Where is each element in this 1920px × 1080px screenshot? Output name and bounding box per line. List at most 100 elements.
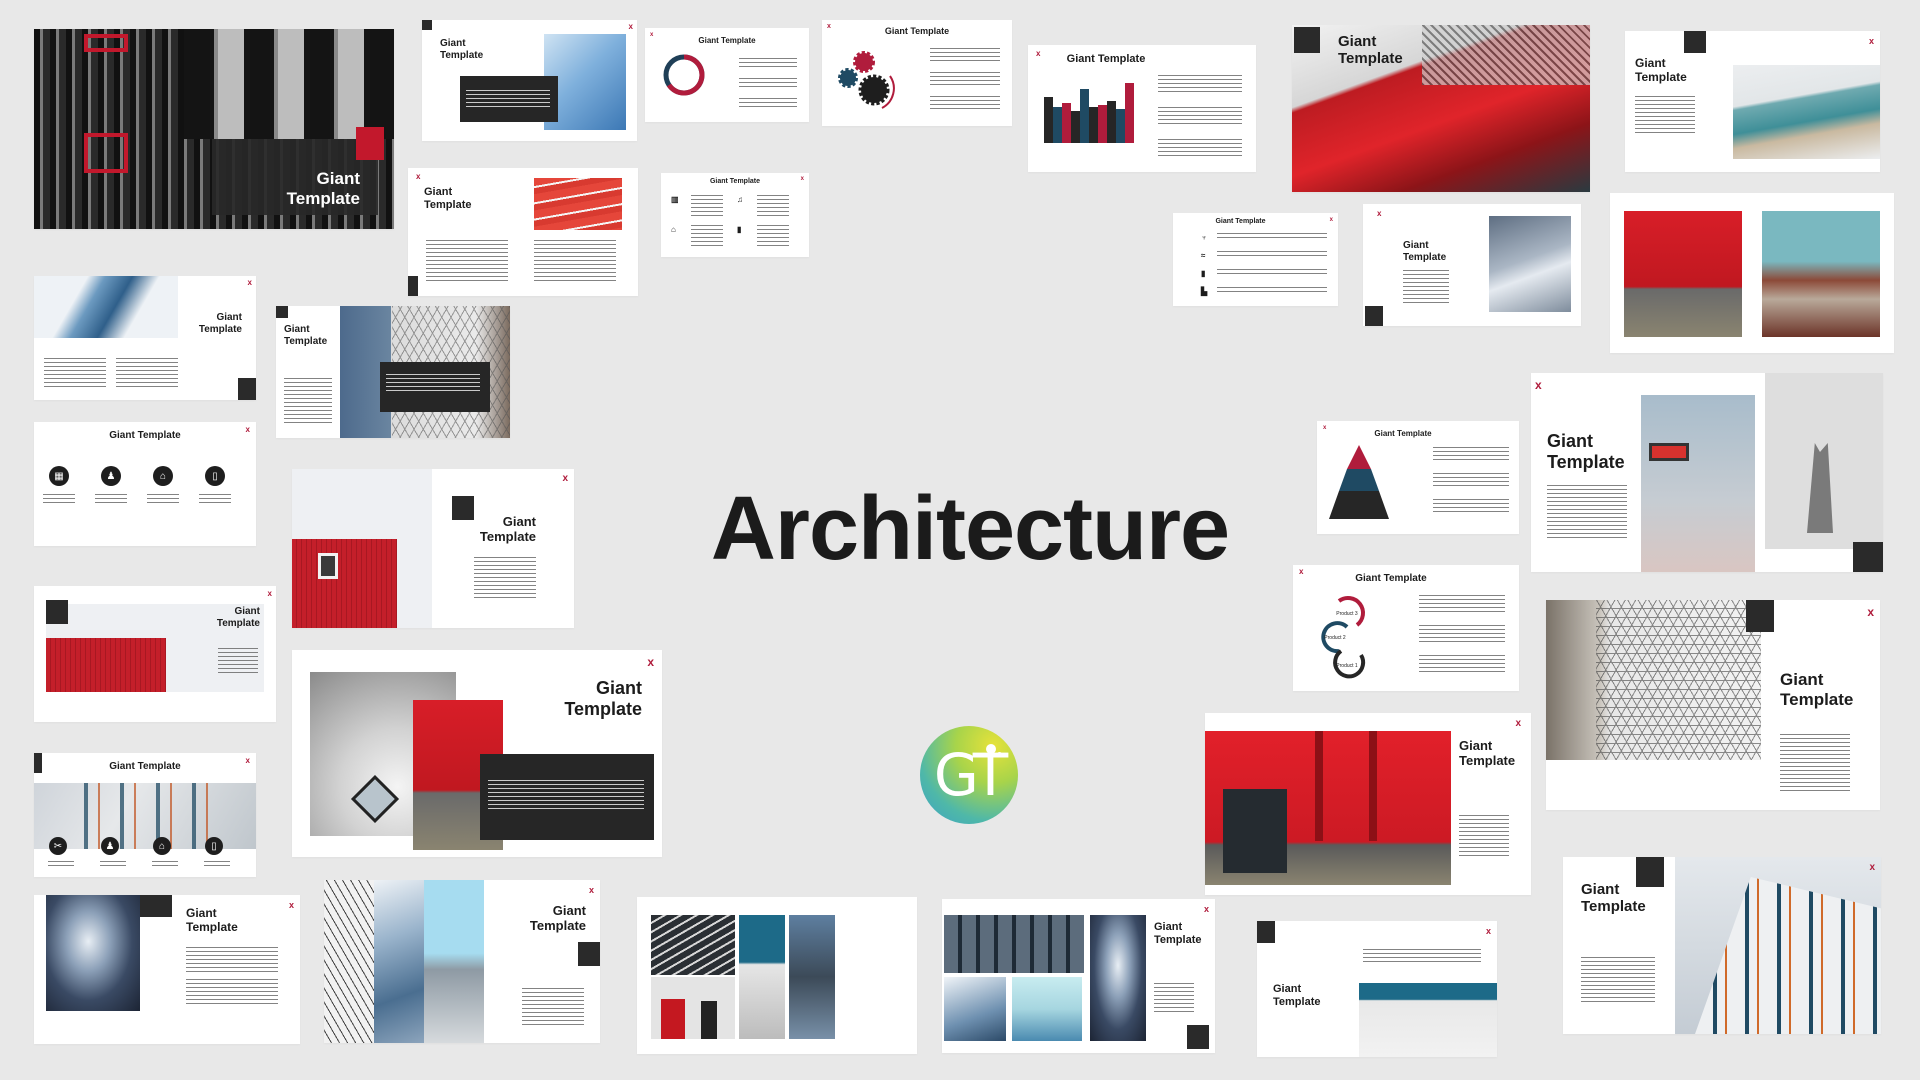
body-text (152, 861, 178, 867)
title-line: Template (1780, 689, 1854, 709)
body-text (116, 358, 178, 388)
slide-thumbnail[interactable]: Giant Template x (1563, 857, 1881, 1034)
title-line: Giant (234, 606, 260, 617)
slide-thumbnail[interactable]: x Giant Template (422, 20, 637, 141)
slide-thumbnail[interactable]: x Giant Template (34, 895, 300, 1044)
slide-title: Giant Template (1780, 670, 1853, 709)
body-text (488, 780, 644, 810)
lamp-red-light (1649, 443, 1689, 461)
slide-thumbnail[interactable]: x Giant Template (324, 880, 600, 1043)
house-icon: ⌂ (671, 225, 676, 234)
slide-thumbnail[interactable]: x Giant Template (645, 28, 809, 122)
body-text (147, 494, 179, 506)
dark-square (1294, 27, 1320, 53)
slide-thumbnail[interactable]: x Giant Template (1625, 31, 1880, 172)
body-text (1433, 473, 1509, 489)
slide-thumbnail[interactable]: x Giant Template Product 3 Product 2 Pro… (1293, 565, 1519, 691)
slide-thumbnail[interactable]: x Giant Template (408, 168, 638, 296)
title-line: Template (1273, 995, 1321, 1008)
body-text (44, 358, 106, 388)
slide-thumbnail[interactable]: x Giant Template (34, 586, 276, 722)
lattice-facade-image (324, 880, 374, 1043)
slide-thumbnail[interactable]: x Giant Template (1205, 713, 1531, 895)
body-text (1217, 251, 1327, 259)
body-text (1154, 983, 1194, 1015)
close-mark: x (562, 473, 568, 484)
title-line: Giant (186, 906, 217, 920)
body-text (1581, 957, 1655, 1005)
body-text (95, 494, 127, 506)
title-line: Template (1581, 898, 1646, 916)
slide-thumbnail[interactable]: x Giant Template (1546, 600, 1880, 810)
title-line: Giant (552, 903, 586, 918)
slide-title: Giant Template (884, 26, 950, 36)
title-line: Giant (1459, 738, 1493, 753)
slide-thumbnail[interactable] (637, 897, 917, 1054)
body-text (1433, 447, 1509, 463)
body-text (1635, 96, 1695, 136)
close-mark: x (628, 22, 633, 31)
phone-icon: ▮ (737, 225, 742, 234)
title-line: Giant (1581, 881, 1620, 898)
body-text (1419, 625, 1505, 645)
close-mark: x (1485, 926, 1491, 936)
car-icon: ≈ (1201, 251, 1206, 260)
body-text (930, 72, 1000, 86)
body-text (199, 494, 231, 506)
slide-thumbnail[interactable]: x Giant Template (34, 276, 256, 400)
body-text (1158, 107, 1242, 127)
spiral-interior-image (1090, 915, 1146, 1041)
gear-navy-icon (838, 68, 858, 88)
slide-title: Giant Template (109, 761, 181, 772)
window-pattern (64, 783, 214, 849)
dark-square (408, 276, 418, 296)
slide-thumbnail[interactable]: x Giant Template (1028, 45, 1256, 172)
slide-thumbnail[interactable]: x Giant Template ♆ ≈ ▮ ▙ (1173, 213, 1338, 306)
red-window-frame (84, 34, 128, 52)
title-line: Template (1403, 251, 1447, 263)
slide-thumbnail[interactable]: x Giant Template (1317, 421, 1519, 534)
slide-thumbnail[interactable] (1610, 193, 1894, 353)
slide-thumbnail[interactable]: Giant Template (34, 29, 394, 229)
body-text (739, 58, 797, 70)
slide-thumbnail[interactable]: x Giant Template (1531, 373, 1883, 572)
dark-door (1223, 789, 1287, 873)
tools-icon: ✂ (49, 837, 67, 855)
body-text (691, 225, 723, 249)
title-line: Giant (1273, 983, 1302, 995)
slide-thumbnail[interactable]: x Giant Template (822, 20, 1012, 126)
title-line: Giant (1547, 431, 1594, 451)
title-line: Giant (1780, 670, 1824, 689)
dark-square (276, 306, 288, 318)
title-line: Template (529, 917, 586, 933)
dark-square (238, 378, 256, 400)
slide-title: Giant Template (480, 514, 536, 545)
slide-thumbnail[interactable]: x Giant Template ✂ ♟ ⌂ ▯ (34, 753, 256, 877)
body-text (1363, 949, 1481, 965)
pyramid-diagram (1329, 445, 1389, 519)
gt-logo-icon: GT (920, 726, 1018, 824)
slide-thumbnail[interactable]: x Giant Template (292, 469, 574, 628)
slide-thumbnail[interactable]: x Giant Template (1363, 204, 1581, 326)
rail-image (651, 915, 735, 975)
slide-thumbnail[interactable]: Giant Template (276, 306, 510, 438)
body-text (474, 557, 536, 599)
close-mark: x (647, 655, 654, 669)
chart-icon: ▙ (1201, 287, 1208, 296)
street-lamp-image (1641, 395, 1755, 572)
slide-title: Giant Template (1273, 983, 1320, 1008)
slide-thumbnail[interactable]: Giant Template (1292, 25, 1590, 192)
title-line: Giant (284, 324, 310, 335)
slide-title: Giant Template (709, 178, 761, 185)
slide-thumbnail[interactable]: x Giant Template (292, 650, 662, 857)
slide-thumbnail[interactable]: x Giant Template ▥ ♫ ⌂ ▮ (661, 173, 809, 257)
body-text (43, 494, 75, 506)
body-text (930, 48, 1000, 62)
body-text (1403, 270, 1449, 304)
process-cycle-diagram: Product 3 Product 2 Product 1 (1321, 596, 1366, 679)
slide-thumbnail[interactable]: x Giant Template ▦ ♟ ⌂ ▯ (34, 422, 256, 546)
slide-thumbnail[interactable]: x Giant Template (942, 899, 1215, 1053)
slide-thumbnail[interactable]: x Giant Template (1257, 921, 1497, 1057)
title-line: Giant (1338, 33, 1377, 50)
dark-square (46, 600, 68, 624)
